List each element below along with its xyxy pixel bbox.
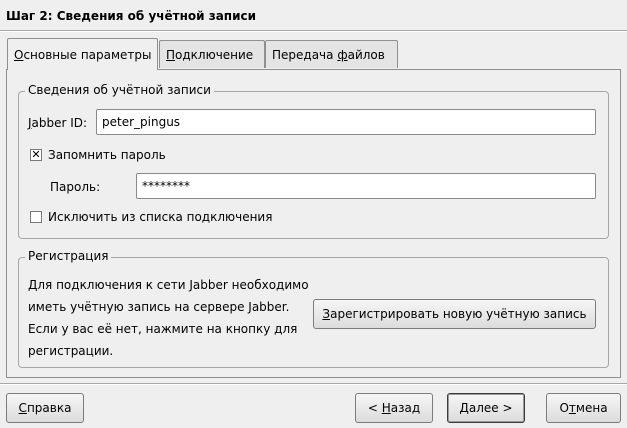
exclude-label: Исключить из списка подключения xyxy=(48,210,273,224)
account-group-title: Сведения об учётной записи xyxy=(25,83,214,97)
tab-connection[interactable]: Подключение xyxy=(159,40,265,68)
jid-label-text: abber ID: xyxy=(31,116,88,130)
button-mnemonic: С xyxy=(18,401,27,415)
cancel-button[interactable]: Отмена xyxy=(546,393,621,423)
tab-label: Передача xyxy=(272,48,338,62)
tab-label: сновные параметры xyxy=(23,48,152,62)
button-label: азад xyxy=(390,401,421,415)
registration-info: Для подключения к сети Jabber необходимо… xyxy=(28,274,318,362)
registration-info-line: Для подключения к сети Jabber необходимо xyxy=(28,278,309,292)
button-mnemonic: З xyxy=(322,307,331,321)
button-label: < xyxy=(367,401,382,415)
tab-general[interactable]: Основные параметры xyxy=(7,38,158,70)
button-label: мена xyxy=(575,401,608,415)
registration-info-line: Если у вас её нет, нажмите на кнопку для xyxy=(28,322,298,336)
wizard-title: Шаг 2: Сведения об учётной записи xyxy=(6,9,257,23)
registration-info-line: регистрации. xyxy=(28,344,114,358)
password-input[interactable]: ******** xyxy=(136,173,596,199)
registration-info-line: иметь учётную запись на сервере Jabber. xyxy=(28,300,290,314)
tab-panel: Сведения об учётной записи Jabber ID: pe… xyxy=(6,69,621,378)
tab-label-mnemonic: П xyxy=(166,48,176,62)
button-label: правка xyxy=(26,401,72,415)
registration-group-title: Регистрация xyxy=(25,249,112,263)
next-button[interactable]: Далее > xyxy=(447,393,525,423)
tab-label: айлов xyxy=(347,48,385,62)
jid-input[interactable]: peter_pingus xyxy=(96,109,596,135)
button-label: алее > xyxy=(468,401,513,415)
header-divider xyxy=(0,30,627,32)
tab-file-transfer[interactable]: Передача файлов xyxy=(265,40,398,68)
tab-label-mnemonic: ф xyxy=(337,48,348,62)
password-label: Пароль: xyxy=(50,180,101,194)
button-mnemonic: Д xyxy=(459,401,469,415)
button-mnemonic: т xyxy=(568,401,576,415)
remember-password-label: Запомнить пароль xyxy=(48,148,166,162)
tab-label: одключение xyxy=(175,48,254,62)
remember-password-checkbox[interactable]: ✕ xyxy=(30,149,42,161)
help-button[interactable]: Справка xyxy=(6,393,84,423)
register-account-button[interactable]: Зарегистрировать новую учётную запись xyxy=(313,299,596,329)
button-label: О xyxy=(559,401,569,415)
button-mnemonic: Н xyxy=(381,401,391,415)
button-label: арегистрировать новую учётную запись xyxy=(330,307,587,321)
back-button[interactable]: < Назад xyxy=(355,393,433,423)
exclude-checkbox[interactable] xyxy=(30,211,42,223)
footer-divider xyxy=(0,383,627,385)
jid-label: Jabber ID: xyxy=(28,116,87,130)
